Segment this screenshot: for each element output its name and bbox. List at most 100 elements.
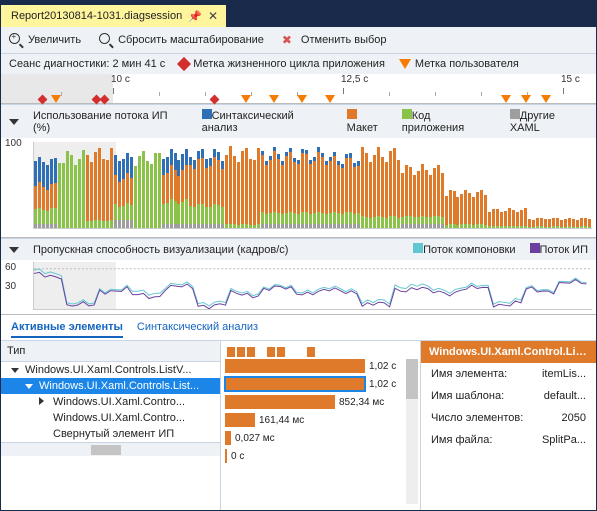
toolbar: + Увеличить Сбросить масштабирование ✖ О… [1, 27, 596, 54]
caret-closed-icon[interactable] [39, 396, 49, 408]
property-key: Имя файла: [431, 434, 492, 446]
caret-open-icon[interactable] [11, 364, 21, 376]
duration-label: 0,027 мс [235, 433, 275, 444]
duration-header-marks [225, 347, 416, 357]
duration-bar-row[interactable]: 0,027 мс [225, 429, 416, 447]
user-mark [297, 94, 307, 106]
legend-layout: Макет [347, 109, 388, 134]
duration-bar [225, 359, 365, 373]
square-icon [413, 243, 423, 253]
chart-plot [33, 142, 592, 229]
lifecycle-mark [211, 94, 218, 106]
tick-label: 10 с [111, 74, 130, 85]
reset-zoom-label: Сбросить масштабирование [118, 34, 264, 46]
zoom-reset-icon [99, 33, 113, 47]
square-icon [347, 109, 357, 119]
y-axis-labels: 100 [5, 138, 33, 237]
property-value: itemLis... [542, 368, 586, 380]
properties-column: Windows.UI.Xaml.Control.ListVi... Имя эл… [421, 341, 596, 510]
duration-bar-row[interactable]: 1,02 с [225, 375, 416, 393]
details-tabs: Активные элементы Синтаксический анализ [1, 315, 596, 340]
duration-bar [225, 377, 365, 391]
legend-user-mark-label: Метка пользователя [415, 58, 519, 70]
tab-parsing[interactable]: Синтаксический анализ [137, 321, 258, 338]
close-icon[interactable]: ✕ [208, 9, 218, 23]
duration-label: 1,02 с [369, 379, 396, 390]
tab-bar: Report20130814-1031.diagsession 📌 ✕ [1, 1, 596, 27]
tree-item[interactable]: Windows.UI.Xaml.Controls.ListV... [1, 362, 220, 378]
duration-bar [225, 431, 231, 445]
zoom-in-button[interactable]: + Увеличить [9, 33, 81, 47]
duration-label: 0 с [231, 451, 244, 462]
duration-bar-row[interactable]: 852,34 мс [225, 393, 416, 411]
square-icon [202, 109, 212, 119]
panel-header-ui-thread: Использование потока ИП (%) Синтаксическ… [1, 104, 596, 138]
pin-icon[interactable]: 📌 [188, 10, 202, 23]
chart-fps[interactable]: 60 30 [1, 260, 596, 315]
triangle-marker-icon [399, 59, 411, 69]
duration-label: 161,44 мс [259, 415, 304, 426]
chart-ui-thread-utilization[interactable]: 100 [1, 138, 596, 238]
duration-label: 852,34 мс [339, 397, 384, 408]
y-tick: 100 [5, 138, 33, 149]
tree-column: Тип Windows.UI.Xaml.Controls.ListV... Win… [1, 341, 221, 510]
ruler-marks [1, 94, 596, 104]
duration-bar-row[interactable]: 161,44 мс [225, 411, 416, 429]
fps-lines [34, 262, 592, 309]
v-scrollbar[interactable] [406, 359, 418, 504]
tab-hot-elements[interactable]: Активные элементы [11, 321, 123, 338]
y-tick: 60 [5, 262, 33, 273]
legend-app-lifecycle: Метка жизненного цикла приложения [179, 58, 385, 70]
timeline-ruler[interactable]: 10 с 12,5 с 15 с [1, 74, 596, 104]
scroll-thumb[interactable] [91, 445, 121, 455]
chart-bars [34, 142, 592, 228]
square-icon [402, 109, 412, 119]
duration-label: 1,02 с [369, 361, 396, 372]
clear-icon: ✖ [282, 33, 296, 47]
lifecycle-mark [39, 94, 46, 106]
collapse-toggle[interactable] [9, 244, 19, 256]
scroll-thumb[interactable] [406, 359, 418, 399]
user-mark [51, 94, 61, 106]
legend-app-lifecycle-label: Метка жизненного цикла приложения [193, 58, 385, 70]
y-tick: 30 [5, 281, 33, 292]
zoom-in-label: Увеличить [28, 34, 81, 46]
square-icon [510, 109, 520, 119]
tree-item-label: Свернутый элемент ИП [53, 428, 174, 440]
tree-item[interactable]: Windows.UI.Xaml.Controls.List... [1, 378, 220, 394]
duration-bar [225, 413, 255, 427]
property-key: Имя элемента: [431, 368, 507, 380]
clear-selection-button[interactable]: ✖ Отменить выбор [282, 33, 387, 47]
diamond-marker-icon [177, 57, 191, 71]
property-value: 2050 [562, 412, 586, 424]
details-grid: Тип Windows.UI.Xaml.Controls.ListV... Win… [1, 340, 596, 510]
duration-bar [225, 449, 227, 463]
caret-open-icon[interactable] [25, 380, 35, 392]
tree-item-label: Windows.UI.Xaml.Controls.ListV... [25, 364, 191, 376]
chart-plot [33, 262, 592, 310]
document-tab[interactable]: Report20130814-1031.diagsession 📌 ✕ [1, 5, 226, 27]
tree-item[interactable]: Windows.UI.Xaml.Contro... [1, 394, 220, 410]
user-mark [325, 94, 335, 106]
duration-bar-row[interactable]: 0 с [225, 447, 416, 465]
tick-label: 12,5 с [341, 74, 368, 85]
tree-header[interactable]: Тип [1, 341, 220, 362]
user-mark [241, 94, 251, 106]
property-key: Имя шаблона: [431, 390, 504, 402]
panel-title: Использование потока ИП (%) [33, 110, 188, 134]
duration-bar-row[interactable]: 1,02 с [225, 357, 416, 375]
properties-list: Имя элемента: itemLis... Имя шаблона: defau… [421, 363, 596, 451]
tree-item[interactable]: Windows.UI.Xaml.Contro... [1, 410, 220, 426]
user-mark [541, 94, 551, 106]
reset-zoom-button[interactable]: Сбросить масштабирование [99, 33, 264, 47]
lifecycle-mark [101, 94, 108, 106]
session-duration: Сеанс диагностики: 2 мин 41 с [9, 58, 165, 70]
h-scrollbar[interactable] [1, 442, 220, 456]
user-mark [269, 94, 279, 106]
collapse-toggle[interactable] [9, 116, 19, 128]
user-mark [501, 94, 511, 106]
lifecycle-mark [93, 94, 100, 106]
tree-item[interactable]: Свернутый элемент ИП [1, 426, 220, 442]
tree-item-label: Windows.UI.Xaml.Contro... [53, 412, 185, 424]
property-value: default... [544, 390, 586, 402]
